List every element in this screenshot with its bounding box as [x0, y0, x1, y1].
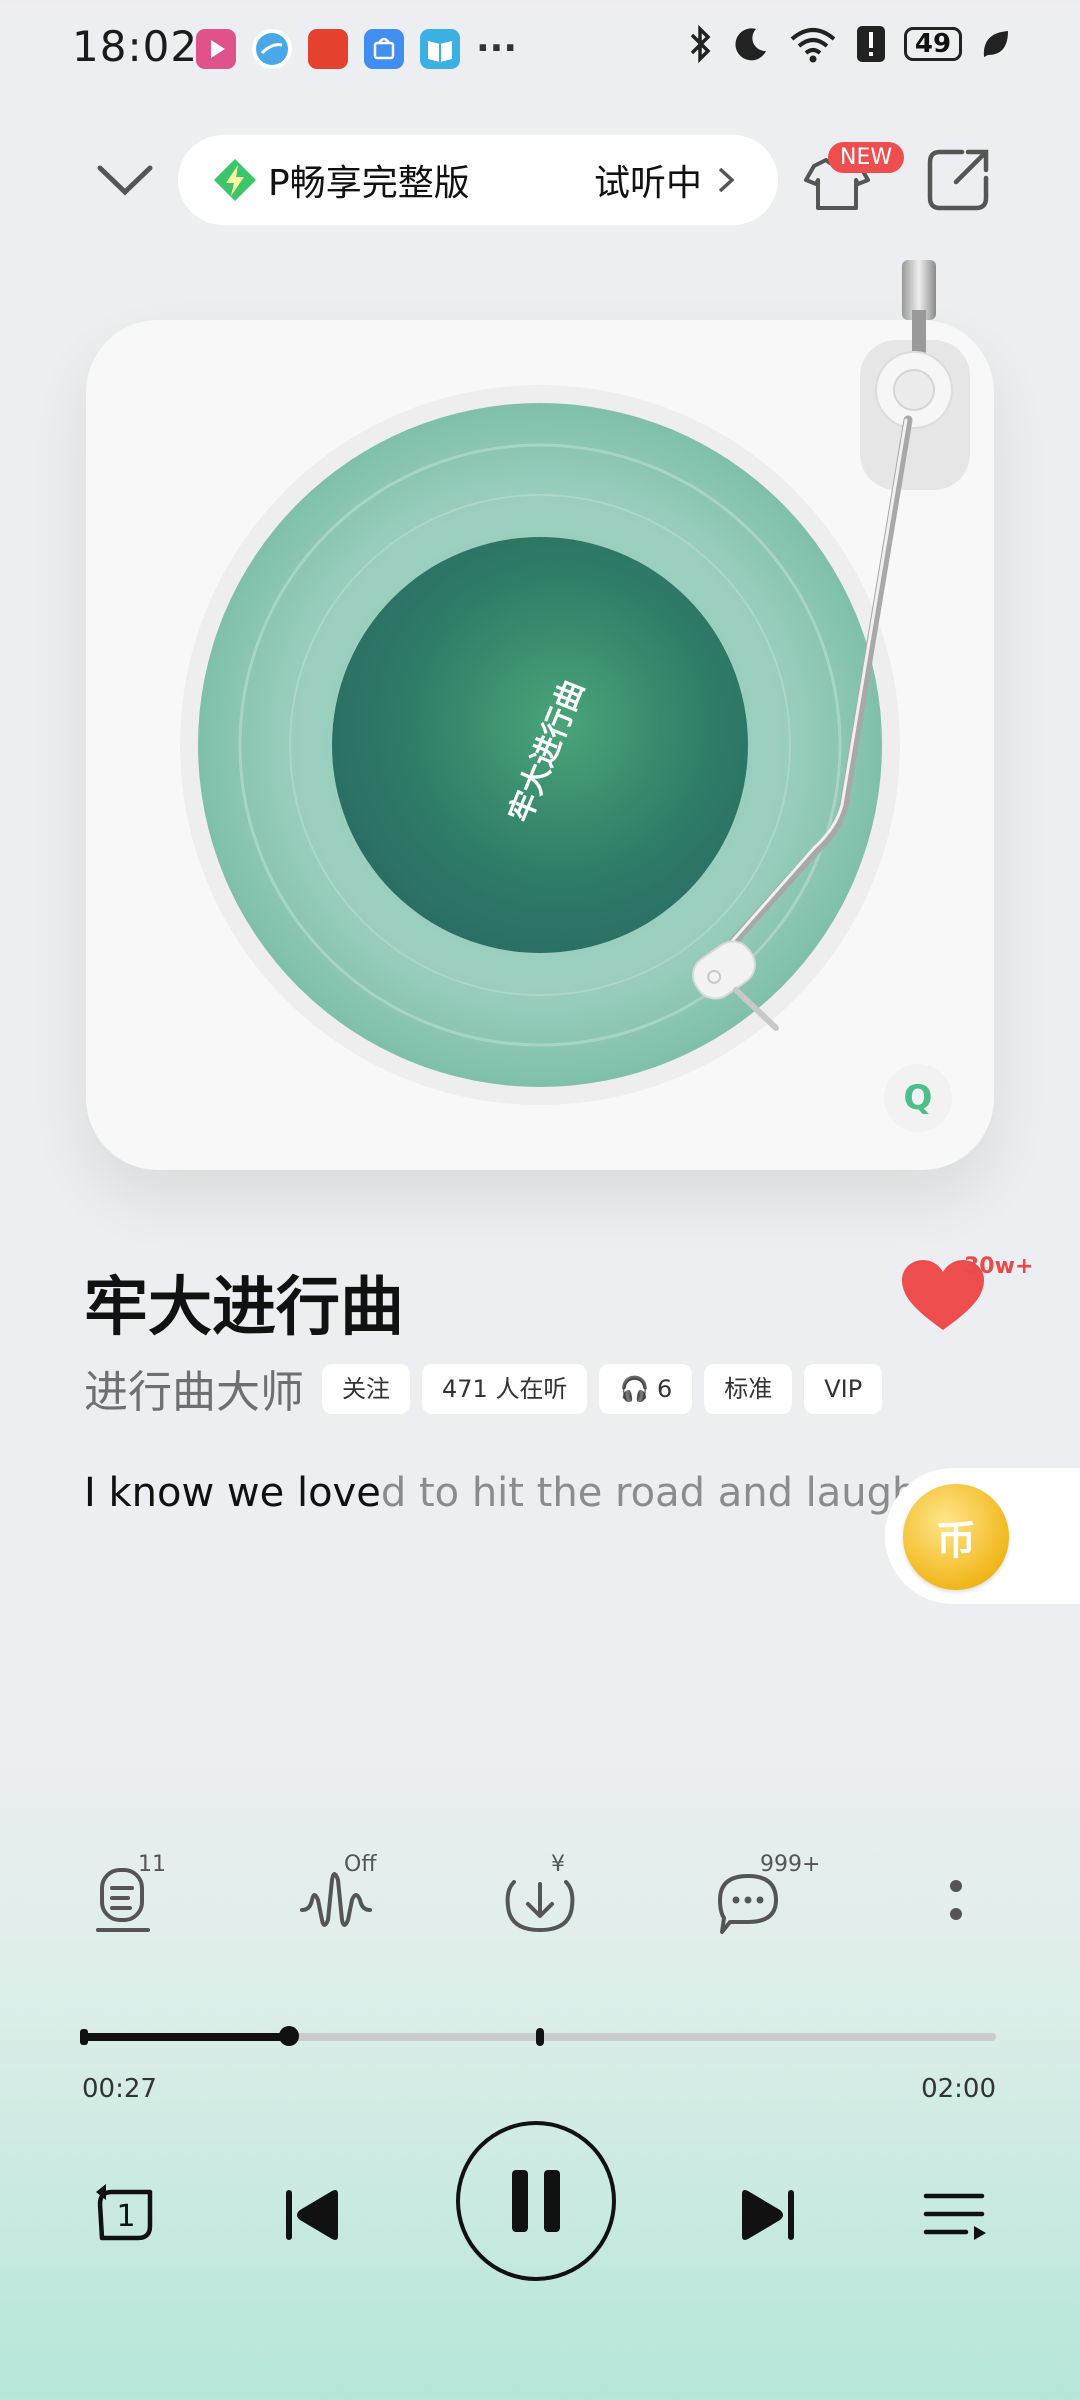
sound-effect-badge: Off — [344, 1852, 377, 1877]
more-icon[interactable] — [916, 1860, 996, 1940]
lightning-diamond-icon — [214, 159, 256, 201]
browser-app-icon — [252, 28, 292, 69]
song-tags: 关注 471 人在听 🎧 6 标准 VIP — [322, 1364, 883, 1414]
vinyl-record[interactable]: 牢大进行曲 — [86, 250, 1006, 1180]
collapse-chevron-down-icon[interactable] — [90, 150, 160, 210]
progress-highlight-marker — [536, 2028, 544, 2046]
playlist-queue-icon[interactable] — [910, 2170, 1000, 2260]
lyrics-badge: 11 — [138, 1852, 166, 1877]
vip-trial-banner[interactable]: P畅享完整版 试听中 — [178, 135, 778, 225]
status-icons: 49 — [688, 24, 1010, 64]
progress-thumb[interactable] — [279, 2026, 300, 2046]
repeat-one-icon[interactable]: 1 — [80, 2170, 170, 2260]
song-title: 牢大进行曲 — [84, 1271, 404, 1345]
pause-button[interactable] — [456, 2121, 616, 2281]
vip-tag[interactable]: VIP — [804, 1364, 883, 1414]
new-badge: NEW — [828, 142, 905, 173]
chevron-right-icon — [718, 167, 735, 193]
repeat-mode-label: 1 — [116, 2199, 135, 2234]
alert-icon — [857, 26, 885, 62]
battery-indicator: 49 — [904, 27, 962, 61]
current-time: 00:27 — [82, 2074, 157, 2104]
qq-music-logo-icon[interactable]: Q — [884, 1064, 952, 1132]
notification-app-icons: ··· — [196, 28, 517, 69]
reader-app-icon — [420, 28, 460, 69]
follow-button[interactable]: 关注 — [322, 1364, 410, 1414]
shopping-app-icon — [308, 28, 348, 69]
app-store-icon — [364, 28, 404, 69]
coin-icon[interactable]: 币 — [903, 1484, 1009, 1590]
pause-icon — [512, 2170, 560, 2232]
comment-count-badge: 999+ — [760, 1852, 821, 1877]
status-time: 18:02 — [72, 22, 199, 71]
do-not-disturb-moon-icon — [735, 28, 766, 61]
video-app-icon — [196, 28, 236, 69]
lyric-sung-part: I know we love — [84, 1470, 381, 1516]
download-icon[interactable] — [500, 1860, 580, 1940]
progress-played — [84, 2033, 290, 2041]
total-time: 02:00 — [921, 2074, 996, 2104]
progress-start-marker — [80, 2029, 88, 2045]
current-lyric-line[interactable]: I know we loved to hit the road and laug… — [84, 1470, 917, 1516]
banner-promo-text: P畅享完整版 — [268, 163, 470, 204]
bluetooth-icon — [690, 24, 711, 64]
artist-name[interactable]: 进行曲大师 — [84, 1356, 304, 1420]
wifi-icon — [790, 28, 836, 63]
banner-trial-text: 试听中 — [593, 163, 702, 204]
lyric-unsung-part: d to hit the road and laugh — [380, 1470, 918, 1516]
quality-tag[interactable]: 标准 — [704, 1364, 793, 1414]
next-track-icon[interactable] — [724, 2170, 814, 2260]
listeners-tag[interactable]: 471 人在听 — [422, 1364, 588, 1414]
download-price-badge: ¥ — [551, 1852, 565, 1877]
previous-track-icon[interactable] — [266, 2170, 356, 2260]
tonearm-pivot-cap — [893, 369, 935, 411]
share-icon[interactable] — [922, 142, 996, 216]
listen-together-tag[interactable]: 🎧 6 — [599, 1364, 693, 1414]
more-notifications: ··· — [476, 28, 518, 69]
leaf-power-saving-icon — [983, 31, 1008, 57]
like-count: 30w+ — [964, 1254, 1034, 1279]
